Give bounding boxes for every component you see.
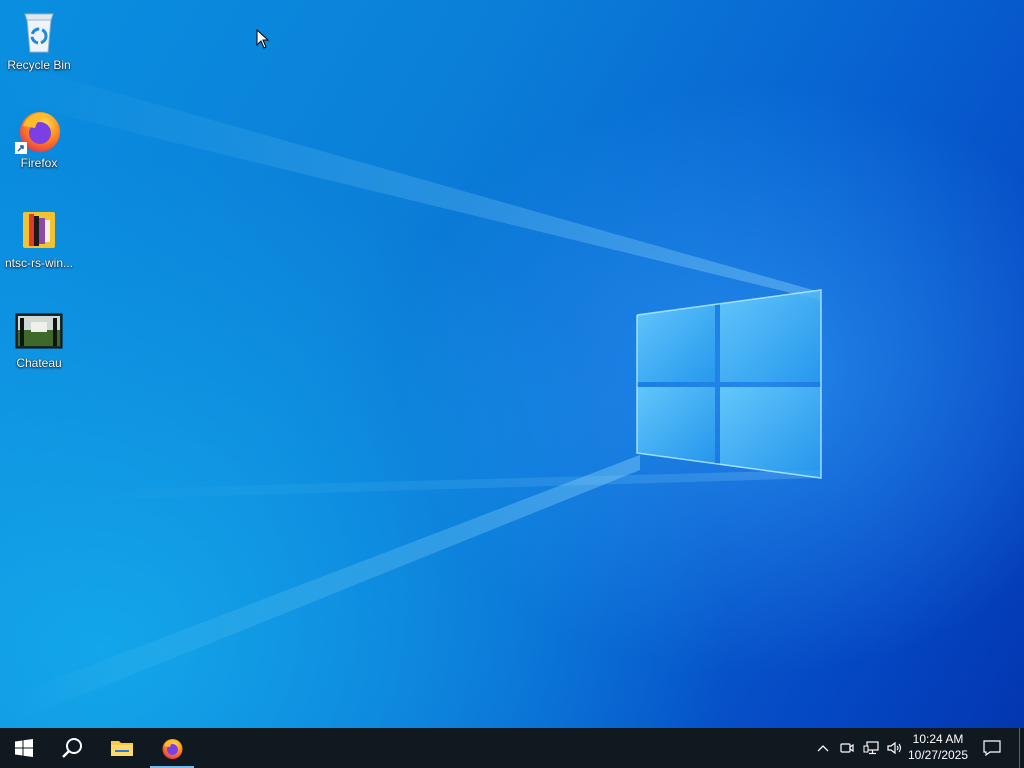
shortcut-arrow-icon [15,142,27,154]
network-button[interactable] [860,728,882,768]
show-desktop-button[interactable] [1019,728,1020,768]
search-icon [62,738,82,758]
mouse-cursor-icon [256,29,270,49]
desktop[interactable]: Recycle Bin Firefox ntsc-rs-win... Chate… [0,0,1024,728]
firefox-icon [162,739,183,759]
network-icon [863,741,879,755]
desktop-icon-label: ntsc-rs-win... [4,256,73,270]
windows-start-icon [15,739,33,757]
meet-now-button[interactable] [836,728,858,768]
desktop-icon-label: Firefox [20,156,58,170]
file-explorer-button[interactable] [98,728,146,768]
wallpaper-light-beams [0,60,822,728]
folder-icon [111,741,133,756]
notification-icon [983,740,1001,756]
show-hidden-icons-button[interactable] [812,728,834,768]
clock-date: 10/27/2025 [907,748,969,762]
start-button[interactable] [0,728,48,768]
chevron-up-icon [817,745,829,752]
firefox-taskbar-button[interactable] [148,728,196,768]
volume-icon [887,741,902,755]
taskbar: 10:24 AM 10/27/2025 [0,728,1024,768]
clock-time: 10:24 AM [912,732,964,746]
ntsc-rs-icon [15,206,63,254]
firefox-icon [15,106,63,154]
desktop-icon-ntsc-rs[interactable]: ntsc-rs-win... [1,206,77,270]
desktop-icon-label: Recycle Bin [7,58,71,72]
desktop-icon-chateau[interactable]: Chateau [1,306,77,370]
image-thumbnail-icon [15,306,63,354]
desktop-icon-firefox[interactable]: Firefox [1,106,77,170]
desktop-icon-recycle-bin[interactable]: Recycle Bin [1,8,77,72]
recycle-bin-icon [15,8,63,56]
action-center-button[interactable] [980,728,1004,768]
clock[interactable]: 10:24 AM 10/27/2025 [902,731,974,763]
desktop-icon-label: Chateau [16,356,62,370]
camera-icon [840,743,854,753]
search-button[interactable] [48,728,96,768]
